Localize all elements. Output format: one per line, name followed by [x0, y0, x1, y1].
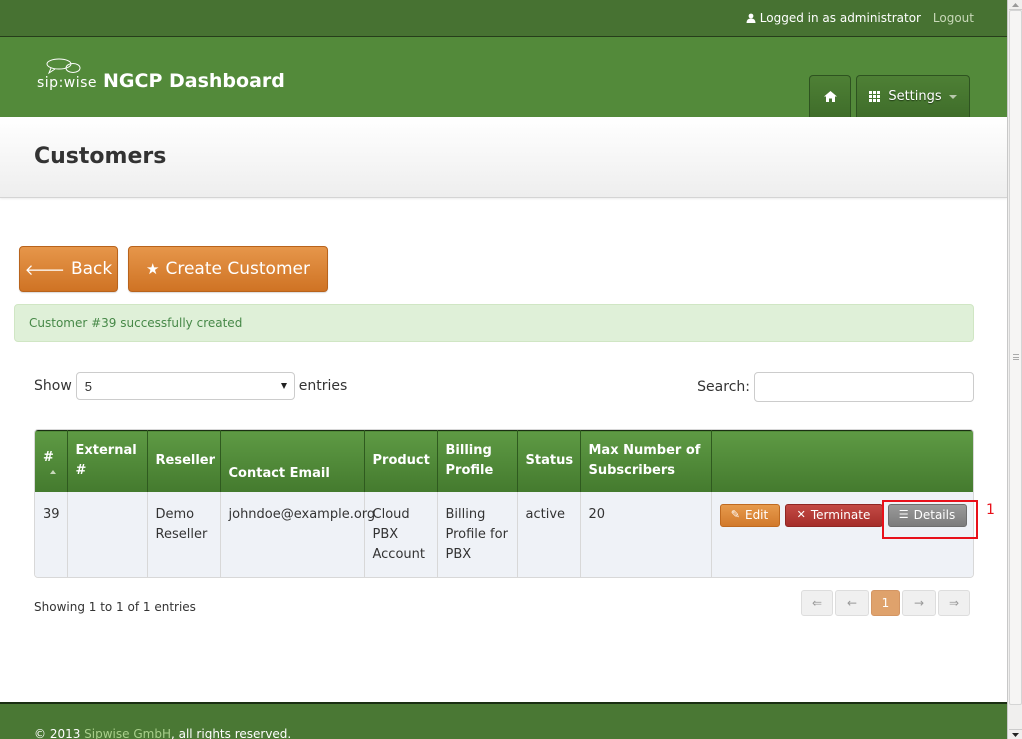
scroll-up-arrow-icon[interactable] [1009, 0, 1022, 10]
logged-in-text: Logged in as administrator [759, 11, 921, 25]
cell-status: active [517, 491, 581, 577]
table-info: Showing 1 to 1 of 1 entries [34, 600, 196, 614]
show-label: Show [34, 378, 72, 394]
create-customer-label: Create Customer [165, 259, 310, 279]
terminate-button[interactable]: ✕ Terminate [784, 503, 883, 527]
previous-page-button[interactable]: ← [835, 590, 869, 616]
sort-asc-icon [50, 470, 56, 475]
customers-table: # External # Reseller Contact Email Prod… [34, 429, 974, 578]
arrow-left-icon: 🡐 [24, 260, 65, 279]
row-actions: ✎ Edit ✕ Terminate ☰ Details [719, 503, 968, 527]
footer: © 2013 Sipwise GmbH, all rights reserved… [0, 702, 1007, 739]
next-page-button[interactable]: → [902, 590, 936, 616]
cell-contact-email: johndoe@example.org [220, 491, 375, 577]
cell-actions: ✎ Edit ✕ Terminate ☰ Details [711, 491, 973, 577]
edit-icon: ✎ [730, 508, 740, 521]
alert-message: Customer #39 successfully created [29, 316, 243, 330]
column-header-reseller[interactable]: Reseller [147, 430, 221, 492]
edit-button[interactable]: ✎ Edit [719, 503, 780, 527]
page-length-control: Show 5 entries [34, 372, 347, 400]
home-icon [823, 91, 837, 102]
success-alert: Customer #39 successfully created [14, 304, 974, 342]
page-title-band: Customers [0, 117, 1007, 198]
scrollbar-thumb[interactable] [1009, 10, 1022, 705]
details-label: Details [913, 508, 956, 522]
pagination: ⇐ ← 1 → ⇒ [801, 590, 970, 616]
column-header-actions [711, 430, 973, 492]
caret-down-icon [948, 94, 957, 99]
column-header-external-id[interactable]: External # [67, 430, 148, 492]
settings-label: Settings [888, 89, 942, 104]
cell-product: Cloud PBX Account [364, 491, 438, 577]
entries-label: entries [298, 378, 348, 394]
edit-label: Edit [744, 508, 769, 522]
vertical-scrollbar[interactable] [1007, 0, 1022, 739]
cell-external-id [67, 491, 148, 577]
back-label: Back [70, 259, 113, 279]
home-button[interactable] [809, 75, 851, 117]
create-customer-button[interactable]: ★ Create Customer [128, 246, 328, 292]
user-icon [746, 13, 756, 23]
table-row: 39 Demo Reseller johndoe@example.org Clo… [35, 491, 973, 577]
company-link[interactable]: Sipwise GmbH [84, 727, 171, 739]
cell-reseller: Demo Reseller [147, 491, 221, 577]
scroll-down-arrow-icon[interactable] [1009, 729, 1022, 739]
column-header-max-subscribers[interactable]: Max Number of Subscribers [580, 430, 712, 492]
logged-in-status: Logged in as administrator [746, 11, 921, 25]
star-icon: ★ [146, 260, 160, 278]
grid-icon [869, 91, 881, 102]
logo-text: sip:wise [37, 75, 98, 91]
table-header-row: # External # Reseller Contact Email Prod… [35, 430, 973, 492]
close-icon: ✕ [796, 508, 806, 521]
search-label: Search: [697, 379, 750, 395]
page-length-select[interactable]: 5 [75, 372, 295, 400]
list-icon: ☰ [898, 508, 909, 521]
speech-bubbles-icon [46, 58, 81, 75]
column-header-contact-email[interactable]: Contact Email [220, 430, 365, 492]
current-page-button[interactable]: 1 [871, 590, 900, 616]
column-header-status[interactable]: Status [517, 430, 581, 492]
cell-id: 39 [35, 491, 68, 577]
page: Logged in as administrator Logout sip:wi… [0, 0, 1007, 739]
settings-menu-button[interactable]: Settings [856, 75, 970, 117]
grip-icon [1013, 354, 1019, 360]
copyright: © 2013 Sipwise GmbH, all rights reserved… [34, 727, 292, 739]
back-button[interactable]: 🡐 Back [19, 246, 118, 292]
column-header-product[interactable]: Product [364, 430, 438, 492]
search-control: Search: [697, 372, 974, 402]
column-header-billing-profile[interactable]: Billing Profile [437, 430, 518, 492]
logout-link[interactable]: Logout [933, 11, 974, 25]
terminate-label: Terminate [810, 508, 871, 522]
annotation-marker: 1 [986, 502, 995, 518]
details-button[interactable]: ☰ Details [887, 503, 967, 527]
header: sip:wise NGCP Dashboard Settings [0, 37, 1007, 117]
first-page-button[interactable]: ⇐ [801, 590, 833, 616]
last-page-button[interactable]: ⇒ [938, 590, 970, 616]
page-title: Customers [34, 144, 167, 169]
app-title: NGCP Dashboard [103, 70, 285, 92]
search-input[interactable] [754, 372, 974, 402]
top-bar: Logged in as administrator Logout [0, 0, 1007, 37]
cell-max-subscribers: 20 [580, 491, 712, 577]
cell-billing-profile: Billing Profile for PBX [437, 491, 518, 577]
column-header-id[interactable]: # [35, 430, 68, 492]
